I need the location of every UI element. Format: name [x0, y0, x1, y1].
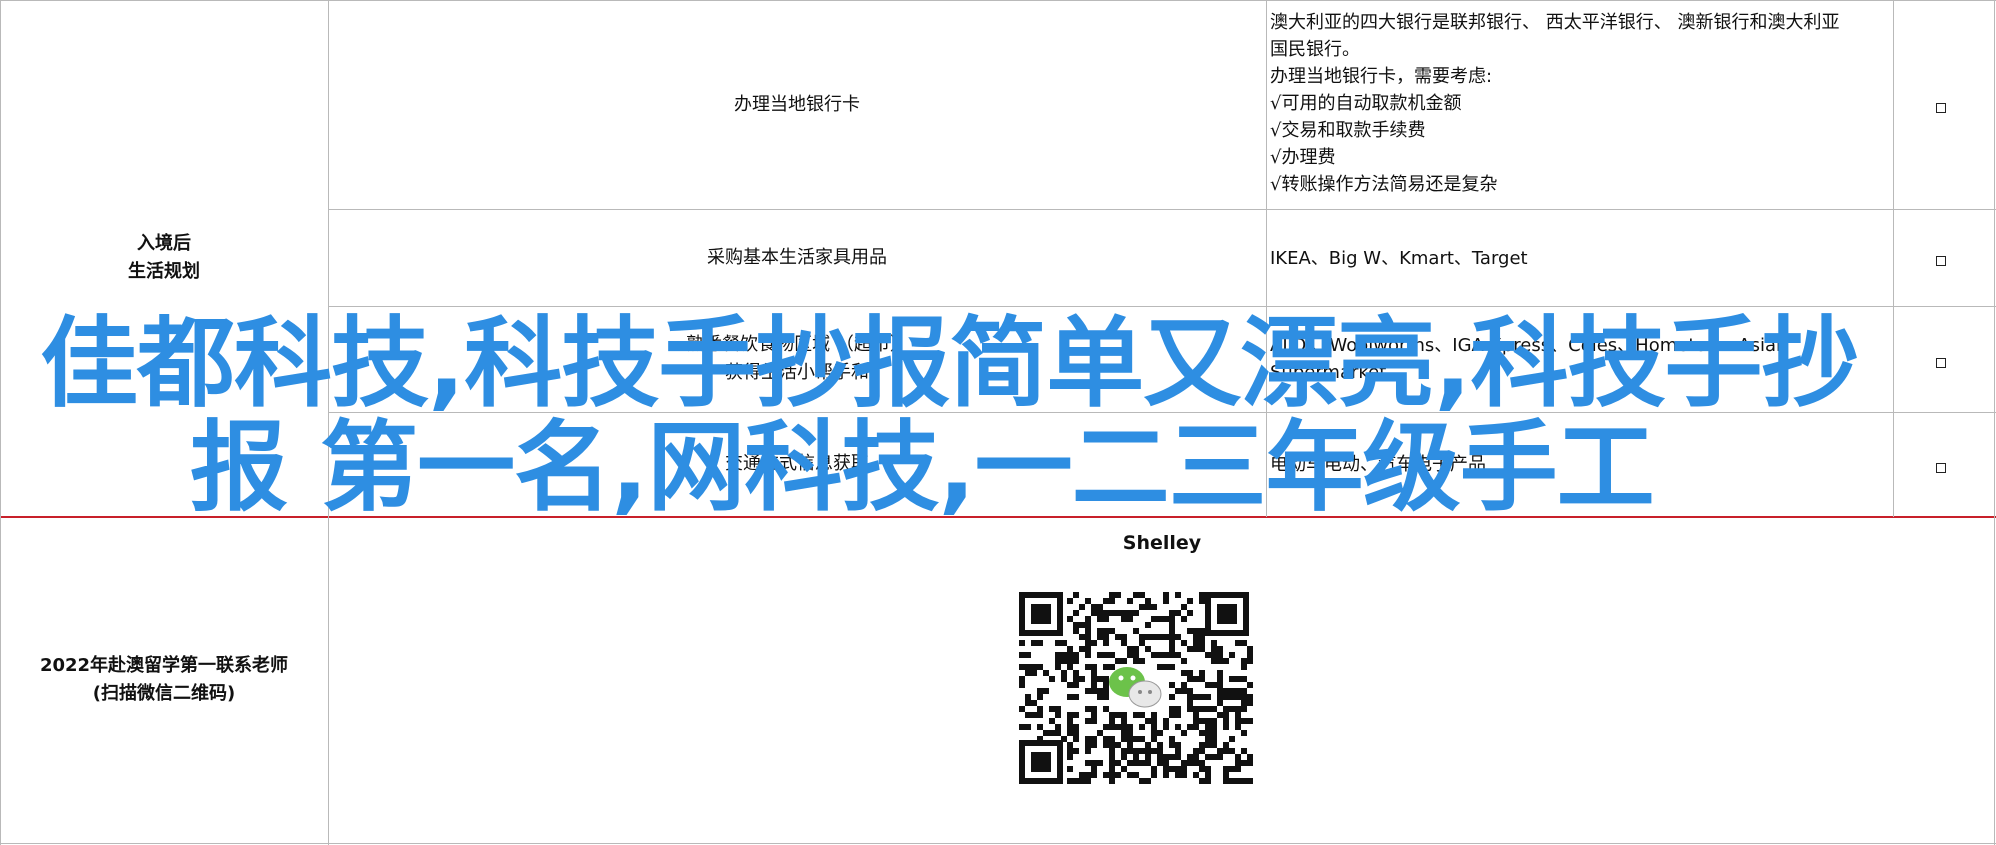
category-contact-teacher: 2022年赴澳留学第一联系老师 (扫描微信二维码) — [39, 655, 289, 704]
table-bottom-border — [0, 843, 1996, 844]
checkbox[interactable] — [1936, 103, 1946, 113]
col-divider-2 — [1266, 0, 1267, 517]
table-row-details: 电动车电动、汽车电子产品 — [1270, 454, 1486, 475]
checkbox[interactable] — [1936, 256, 1946, 266]
checkbox[interactable] — [1936, 463, 1946, 473]
table-row-item: 熟悉餐饮食物区域 （超市） 获得生活小帮手和 — [686, 334, 908, 383]
table-row-details: ALDI、Woolworths、IGA Xpress、Coles、Hometow… — [1270, 335, 1788, 383]
table-row-item: 办理当地银行卡 — [734, 93, 860, 115]
table-row-details: 澳大利亚的四大银行是联邦银行、 西太平洋银行、 澳新银行和澳大利亚 国民银行。 … — [1270, 12, 1840, 195]
col-divider-3 — [1893, 0, 1894, 517]
wechat-qr-code-icon — [1017, 590, 1253, 786]
table-row-details: IKEA、Big W、Kmart、Target — [1270, 248, 1528, 269]
table-row-item: 交通方式信息获取 — [725, 453, 869, 474]
checkbox[interactable] — [1936, 358, 1946, 368]
table-row-item: 采购基本生活家具用品 — [707, 246, 887, 268]
contact-name: Shelley — [1122, 532, 1202, 554]
category-after-arrival: 入境后 生活规划 — [128, 233, 200, 282]
table-right-border — [1994, 0, 1995, 845]
